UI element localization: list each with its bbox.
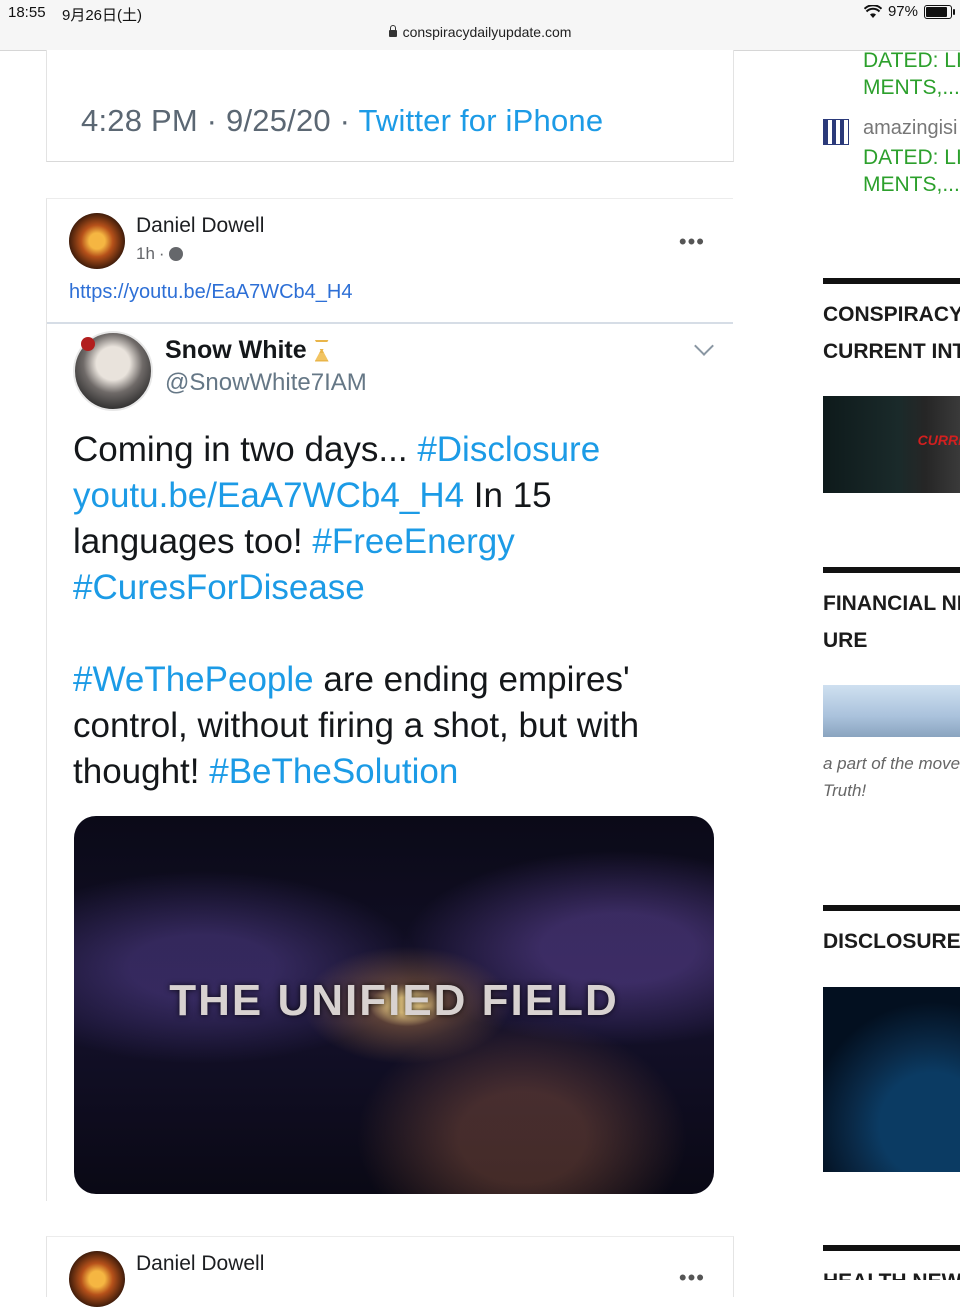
tweet-paragraph: #WeThePeople are ending empires' control… xyxy=(73,657,713,795)
tweet-paragraph: Coming in two days... #Disclosure youtu.… xyxy=(73,427,713,611)
recent-comment[interactable]: DATED: LI MENTS,... xyxy=(863,144,960,198)
section-divider xyxy=(823,278,960,284)
divider xyxy=(47,322,733,324)
chevron-down-icon[interactable] xyxy=(694,336,714,356)
tweet-timestamp: 4:28 PM · 9/25/20 · Twitter for iPhone xyxy=(81,103,603,139)
globe-icon xyxy=(168,247,183,261)
comment-text: DATED: LI xyxy=(863,146,960,169)
comment-author[interactable]: amazingisi xyxy=(863,117,957,140)
section-title-line: FINANCIAL NI xyxy=(823,592,960,615)
hashtag-link[interactable]: #Disclosure xyxy=(417,430,600,469)
battery-percent: 97% xyxy=(887,3,918,20)
wifi-icon xyxy=(863,4,882,18)
thumbnail-caption: CURRI xyxy=(917,432,960,448)
section-divider xyxy=(823,1245,960,1251)
more-options-button[interactable]: ••• xyxy=(679,1265,705,1291)
section-divider xyxy=(823,567,960,573)
comment-text: MENTS,... xyxy=(863,76,960,99)
avatar[interactable] xyxy=(69,213,125,269)
section-thumbnail[interactable] xyxy=(823,685,960,737)
tweet-source-link[interactable]: Twitter for iPhone xyxy=(358,103,603,138)
comment-text: MENTS,... xyxy=(863,173,960,196)
tweet-separator: · xyxy=(330,103,359,138)
tweet-text-segment: Coming in two days... xyxy=(73,430,418,469)
tweet-author-name: Snow White xyxy=(165,336,307,364)
section-excerpt: a part of the mover Truth! xyxy=(823,750,960,804)
hashtag-link[interactable]: #BeTheSolution xyxy=(209,752,458,791)
tweet-handle[interactable]: @SnowWhite7IAM xyxy=(165,369,367,397)
status-time: 18:55 xyxy=(8,4,46,21)
tweet-author[interactable]: Snow White xyxy=(165,336,329,365)
url-text: conspiracydailyupdate.com xyxy=(402,24,572,40)
section-divider xyxy=(823,905,960,911)
status-date: 9月26日(土) xyxy=(62,7,143,24)
tweet-separator: · xyxy=(197,103,227,138)
status-indicators: 97% xyxy=(863,3,955,20)
sidebar: DATED: LI MENTS,... amazingisi DATED: LI… xyxy=(823,50,960,1280)
battery-fill xyxy=(926,6,948,17)
post-author[interactable]: Daniel Dowell xyxy=(136,214,264,238)
facebook-post: Daniel Dowell 1h · ••• https://youtu.be/E… xyxy=(46,198,733,1201)
recent-comment[interactable]: DATED: LI MENTS,... xyxy=(863,50,960,101)
section-title-line: URE xyxy=(823,629,868,652)
section-title[interactable]: CONSPIRACY CURRENT INT xyxy=(823,296,960,370)
post-link[interactable]: https://youtu.be/EaA7WCb4_H4 xyxy=(69,281,353,304)
section-title[interactable]: HEALTH NEW xyxy=(823,1263,960,1280)
embedded-tweet-footer: 4:28 PM · 9/25/20 · Twitter for iPhone xyxy=(46,50,734,162)
tweet-time: 4:28 PM xyxy=(81,103,198,138)
comment-text: DATED: LI xyxy=(863,50,960,72)
tweet-body: Coming in two days... #Disclosure youtu.… xyxy=(73,427,713,795)
section-title-line: CURRENT INT xyxy=(823,340,960,363)
tweet-date: 9/25/20 xyxy=(226,103,331,138)
section-title-line: CONSPIRACY xyxy=(823,303,960,326)
lock-icon xyxy=(388,25,397,37)
hashtag-link[interactable]: youtu.be/EaA7WCb4_H4 xyxy=(73,476,464,515)
dot-separator: · xyxy=(158,244,165,263)
avatar[interactable] xyxy=(69,1251,125,1307)
more-options-button[interactable]: ••• xyxy=(679,229,705,255)
hashtag-link[interactable]: #WeThePeople xyxy=(73,660,314,699)
battery-icon xyxy=(924,4,955,19)
post-author[interactable]: Daniel Dowell xyxy=(136,1252,264,1276)
section-title[interactable]: DISCLOSURE ( xyxy=(823,923,960,960)
excerpt-line: Truth! xyxy=(823,781,867,800)
media-title: THE UNIFIED FIELD xyxy=(169,976,619,1025)
commenter-avatar-icon xyxy=(823,119,849,145)
post-time: 1h · xyxy=(136,244,183,264)
facebook-post: Daniel Dowell ••• xyxy=(46,1236,734,1307)
section-title-line: DISCLOSURE ( xyxy=(823,930,960,953)
hashtag-link[interactable]: #FreeEnergy xyxy=(312,522,514,561)
post-time-text: 1h xyxy=(136,244,155,263)
section-title[interactable]: FINANCIAL NI URE xyxy=(823,585,960,659)
address-bar[interactable]: conspiracydailyupdate.com xyxy=(0,24,960,40)
section-thumbnail[interactable] xyxy=(823,987,960,1172)
tweet-media-image[interactable]: THE UNIFIED FIELD xyxy=(74,816,714,1194)
avatar-badge xyxy=(81,337,95,351)
section-title-line: HEALTH NEW xyxy=(823,1263,960,1280)
browser-chrome: 18:55 9月26日(土) 97% conspiracydailyupdate… xyxy=(0,0,960,51)
hourglass-icon xyxy=(314,339,329,362)
hashtag-link[interactable]: #CuresForDisease xyxy=(73,568,365,607)
excerpt-line: a part of the mover xyxy=(823,754,960,773)
section-thumbnail[interactable]: CURRI xyxy=(823,396,960,493)
